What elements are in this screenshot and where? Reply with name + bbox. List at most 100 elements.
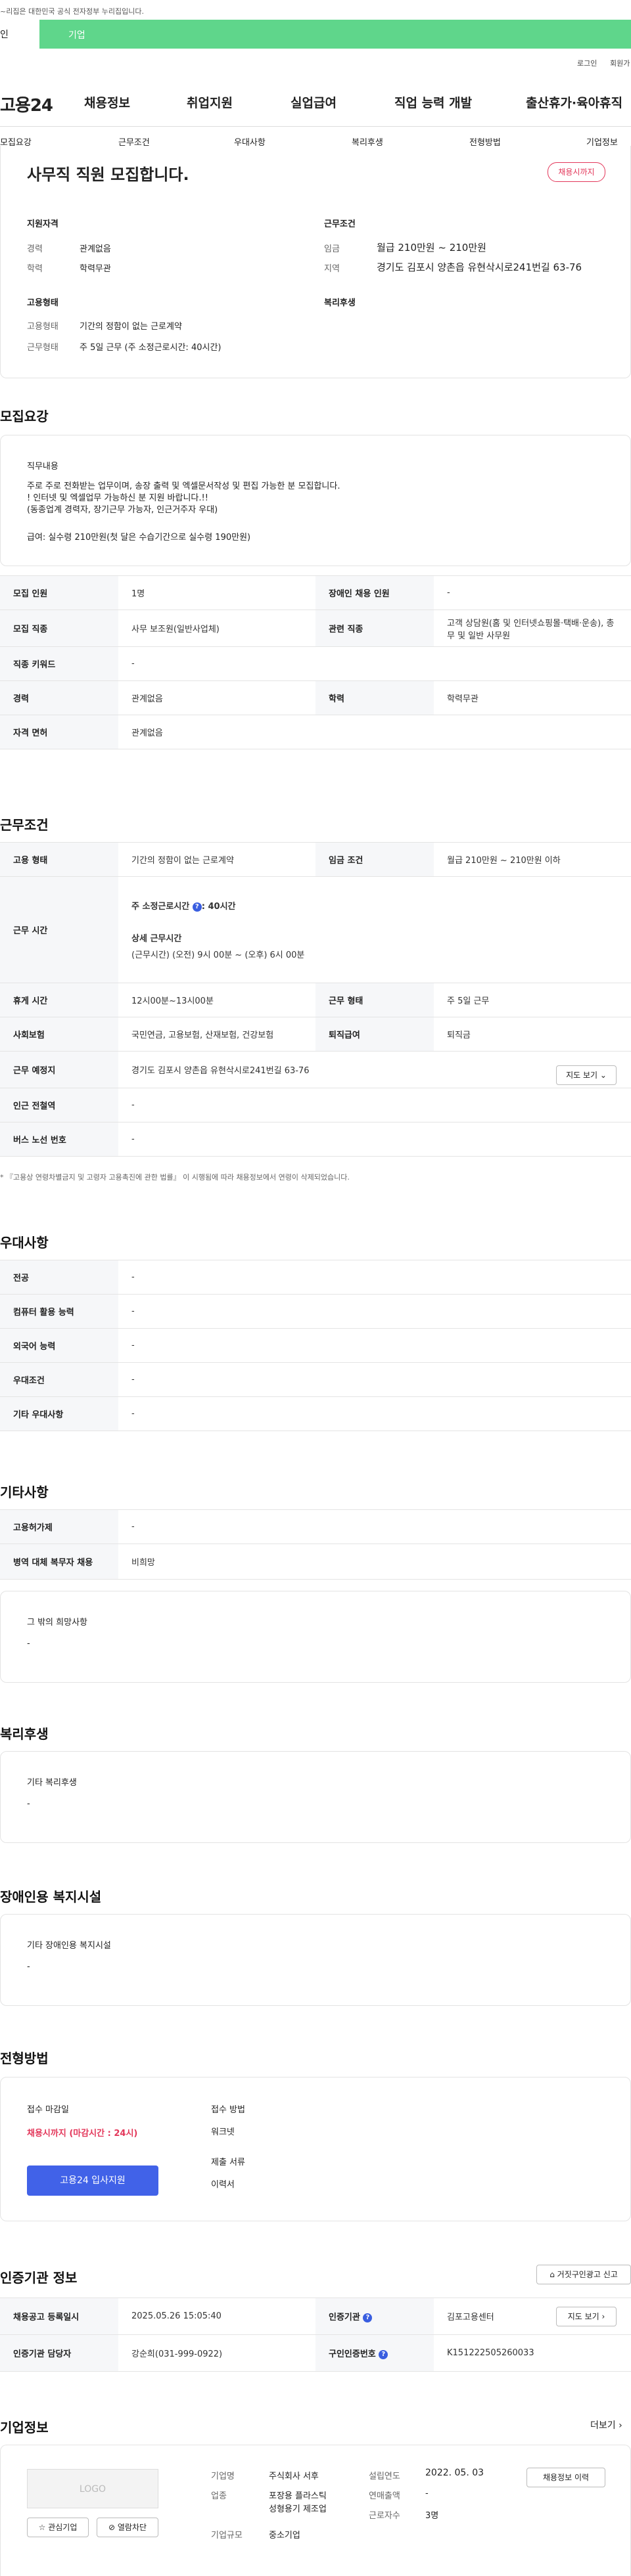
row-label: 근무 예정지 — [0, 1051, 118, 1088]
fav-company-button[interactable]: ☆ 관심기업 — [27, 2518, 89, 2537]
row-value: 2025.05.26 15:05:40 — [118, 2298, 316, 2335]
row-label: 고용허가제 — [0, 1509, 118, 1544]
work-table: 고용 형태 기간의 정함이 없는 근로계약 임금 조건 월급 210만원 ~ 210만… — [0, 842, 631, 1157]
work-form-value: 주 5일 근무 (주 소정근로시간: 40시간) — [80, 343, 222, 353]
sales-label: 연매출액 — [369, 2491, 400, 2501]
recruit-heading: 모집요강 — [0, 409, 49, 424]
apply-button[interactable]: 고용24 입사지원 — [27, 2165, 158, 2196]
join-link[interactable]: 회원가 — [610, 58, 630, 68]
table-row: 고용허가제 - — [0, 1509, 631, 1544]
cname-label: 기업명 — [211, 2472, 235, 2481]
hiring-history-button[interactable]: 채용정보 이력 — [526, 2468, 605, 2487]
row-value: - — [118, 1362, 631, 1397]
row-label: 컴퓨터 활용 능력 — [0, 1294, 118, 1329]
company-box: LOGO ☆ 관심기업 ⊘ 열람차단 기업명 주식회사 서후 업종 포장용 플라… — [0, 2445, 631, 2576]
row-label: 자격 면허 — [0, 715, 118, 749]
nav-item-parental-leave[interactable]: 출산휴가·육아휴직 — [526, 93, 622, 111]
fav-label: 관심기업 — [48, 2523, 78, 2532]
login-link[interactable]: 로그인 — [577, 58, 597, 68]
wage-value: 월급 210만원 ~ 210만원 — [377, 242, 486, 254]
disabled-box: 기타 장애인용 복지시설 - — [0, 1914, 631, 2006]
row-label: 채용공고 등록일시 — [0, 2298, 118, 2335]
table-row: 외국어 능력 - — [0, 1328, 631, 1363]
edu-value: 학력무관 — [80, 264, 111, 274]
row-label: 고용 형태 — [0, 842, 118, 877]
row-label: 구인인증번호 ? — [316, 2334, 434, 2372]
table-row: 경력 관계없음 학력 학력무관 — [0, 680, 631, 715]
hours-weekly-value: : 40시간 — [201, 902, 236, 912]
row-label: 인증기관 담당자 — [0, 2334, 118, 2372]
tab-individual[interactable]: 인 — [0, 20, 39, 49]
sales-value: - — [425, 2489, 429, 2498]
agency-table: 채용공고 등록일시 2025.05.26 15:05:40 인증기관 ? 김포고용센터… — [0, 2298, 631, 2372]
qual-heading: 지원자격 — [27, 219, 58, 229]
chevron-right-icon: › — [619, 2420, 622, 2431]
row-value: 주 5일 근무 — [434, 983, 631, 1017]
row-label: 직종 키워드 — [0, 646, 118, 681]
edu-label: 학력 — [27, 264, 43, 274]
welfare-value: - — [27, 1799, 30, 1809]
row-value: 경기도 김포시 양촌읍 유현삭시로241번길 63-76 — [118, 1051, 631, 1088]
row-label: 근무 시간 — [0, 876, 118, 983]
row-value: 학력무관 — [434, 680, 631, 715]
row-label: 병역 대체 복무자 채용 — [0, 1543, 118, 1580]
row-label: 외국어 능력 — [0, 1328, 118, 1363]
close-value: 채용시까지 (마감시간 : 24시) — [27, 2129, 138, 2139]
hours-weekly-label: 주 소정근로시간 — [131, 902, 190, 912]
row-value: - — [118, 1260, 631, 1295]
info-icon[interactable]: ? — [363, 2313, 373, 2322]
row-label: 장애인 채용 인원 — [316, 575, 434, 610]
row-value: 월급 210만원 ~ 210만원 이하 — [434, 842, 631, 877]
row-label: 경력 — [0, 680, 118, 715]
site-logo[interactable]: 고용24 — [0, 92, 53, 116]
career-label: 경력 — [27, 244, 43, 254]
row-label: 우대조건 — [0, 1362, 118, 1397]
company-more-link[interactable]: 더보기 › — [590, 2418, 622, 2432]
career-value: 관계없음 — [80, 244, 111, 254]
nav-item-training[interactable]: 직업 능력 개발 — [394, 93, 472, 111]
emp-heading: 고용형태 — [27, 298, 58, 308]
company-heading: 기업정보 — [0, 2420, 49, 2435]
info-icon[interactable]: ? — [192, 902, 202, 912]
row-value: - — [118, 1396, 631, 1431]
wage-label: 임금 — [324, 244, 340, 254]
disabled-sub-heading: 기타 장애인용 복지시설 — [27, 1941, 111, 1951]
row-label: 기타 우대사항 — [0, 1396, 118, 1431]
row-label: 버스 노선 번호 — [0, 1122, 118, 1157]
table-row: 인근 전철역 - — [0, 1088, 631, 1122]
size-value: 중소기업 — [269, 2531, 300, 2541]
other-wish-value: - — [27, 1639, 30, 1649]
emp-count-label: 근로자수 — [369, 2511, 400, 2521]
block-button[interactable]: ⊘ 열람차단 — [97, 2518, 158, 2537]
duty-line-4: 급여: 실수령 210만원(첫 달은 수습기간으로 실수령 190만원) — [27, 533, 251, 543]
row-label: 모집 인원 — [0, 575, 118, 610]
report-button[interactable]: ⌂ 거짓구인광고 신고 — [536, 2265, 631, 2284]
block-icon: ⊘ — [108, 2523, 116, 2532]
agency-map-button[interactable]: 지도 보기 › — [556, 2307, 617, 2326]
table-row: 병역 대체 복무자 채용 비희망 — [0, 1543, 631, 1580]
industry-value-2: 성형용기 제조업 — [269, 2504, 327, 2514]
info-icon[interactable]: ? — [379, 2349, 388, 2359]
row-label: 모집 직종 — [0, 610, 118, 647]
nav-item-employment-support[interactable]: 취업지원 — [187, 93, 233, 111]
docs-label: 제출 서류 — [211, 2158, 245, 2167]
industry-value-1: 포장용 플라스틱 — [269, 2491, 327, 2501]
nav-item-jobs[interactable]: 채용정보 — [84, 93, 130, 111]
method-label: 접수 방법 — [211, 2105, 245, 2115]
row-value: - — [118, 1088, 631, 1122]
table-row: 휴게 시간 12시00분~13시00분 근무 형태 주 5일 근무 — [0, 983, 631, 1017]
tab-company[interactable]: 기업 — [68, 28, 85, 41]
nav-item-unemployment-benefit[interactable]: 실업급여 — [291, 93, 337, 111]
work-form-label: 근무형태 — [27, 343, 58, 353]
recruit-table: 모집 인원 1명 장애인 채용 인원 - 모집 직종 사무 보조원(일반사업체) 관련 직… — [0, 575, 631, 749]
etc-heading: 기타사항 — [0, 1484, 49, 1500]
welfare-heading: 복리후생 — [324, 298, 356, 308]
chevron-right-icon: › — [601, 2312, 605, 2321]
row-value: 퇴직금 — [434, 1017, 631, 1052]
cert-no-label: 구인인증번호 — [329, 2349, 376, 2359]
row-label: 관련 직종 — [316, 610, 434, 647]
home-icon: ⌂ — [549, 2270, 555, 2279]
area-label: 지역 — [324, 264, 340, 274]
block-label: 열람차단 — [117, 2523, 147, 2532]
work-map-button[interactable]: 지도 보기 ⌄ — [556, 1065, 617, 1085]
